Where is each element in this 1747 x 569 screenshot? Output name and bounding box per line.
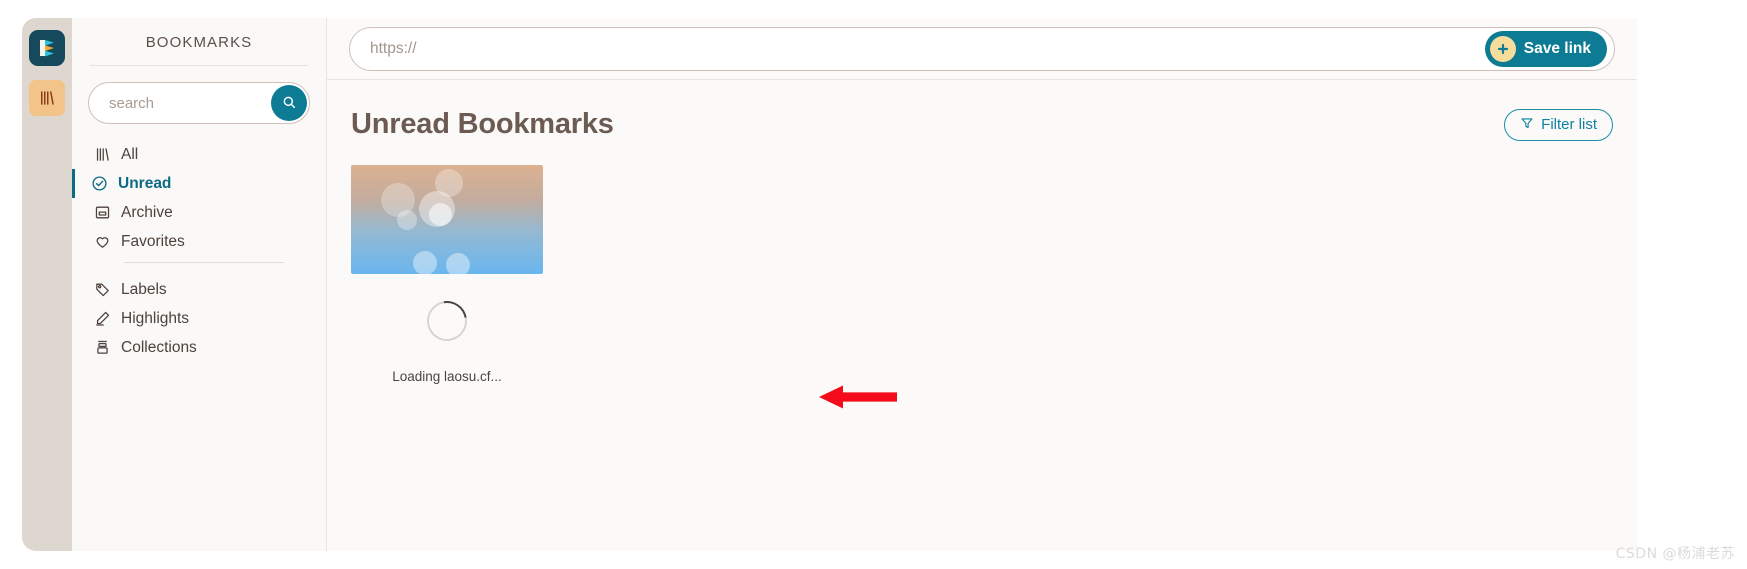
sidebar-title: BOOKMARKS [145,34,253,51]
topbar: Save link [327,18,1637,80]
sidebar-item-unread[interactable]: Unread [72,169,326,198]
sidebar-item-label: Unread [118,174,172,192]
bookmark-grid: Loading laosu.cf... [327,141,1637,384]
red-left-arrow-icon [819,384,897,410]
filter-list-button[interactable]: Filter list [1504,108,1613,141]
bookmark-thumbnail [351,165,543,274]
thumbnail-bubble [397,210,417,230]
bookmark-card[interactable]: Loading laosu.cf... [351,165,543,384]
sidebar-item-highlights[interactable]: Highlights [72,304,326,333]
main-content: Save link Unread Bookmarks Filter list [327,18,1637,551]
sidebar-item-label: All [121,145,139,163]
save-link-button[interactable]: Save link [1484,30,1607,67]
loading-spinner [419,293,475,349]
sidebar-item-label: Labels [121,280,167,298]
check-circle-icon [90,174,109,193]
add-link-bar: Save link [349,26,1615,71]
sidebar-item-label: Highlights [121,309,190,327]
list-header: Unread Bookmarks Filter list [327,80,1637,141]
url-input[interactable] [350,39,1485,58]
left-icon-rail [22,18,72,551]
loading-status-text: Loading laosu.cf... [392,369,502,384]
sidebar-item-label: Archive [121,203,173,221]
sidebar-search [88,82,310,124]
heart-icon [93,232,112,251]
collections-stack-icon [93,338,112,357]
save-link-label: Save link [1523,39,1591,57]
sidebar-item-collections[interactable]: Collections [72,333,326,362]
app-window: BOOKMARKS search All Unread Archive Favo… [22,18,1637,551]
search-icon [281,94,297,113]
page-title: Unread Bookmarks [351,108,614,140]
sidebar-nav: All Unread Archive Favorites Labels High… [72,140,326,362]
thumbnail-bubble [413,251,437,274]
sidebar-item-archive[interactable]: Archive [72,198,326,227]
sidebar-item-all[interactable]: All [72,140,326,169]
funnel-icon [1520,116,1534,134]
thumbnail-bubble [429,203,452,226]
thumbnail-bubble [446,253,470,274]
sidebar-item-label: Favorites [121,232,185,250]
app-root: BOOKMARKS search All Unread Archive Favo… [0,0,1747,569]
sidebar-divider [90,65,308,66]
sidebar-item-labels[interactable]: Labels [72,275,326,304]
filter-list-label: Filter list [1541,116,1597,133]
thumbnail-bubble [435,169,463,197]
tag-icon [93,280,112,299]
sidebar-item-label: Collections [121,338,197,356]
readeck-logo-icon[interactable] [29,30,65,66]
plus-icon [1489,35,1516,62]
books-icon [93,145,112,164]
sidebar: BOOKMARKS search All Unread Archive Favo… [72,18,327,551]
watermark: CSDN @杨浦老苏 [1615,546,1735,562]
archive-box-icon [93,203,112,222]
sidebar-item-favorites[interactable]: Favorites [72,227,326,256]
rail-books-icon[interactable] [29,80,65,116]
search-submit-button[interactable] [271,85,307,121]
sidebar-group-divider [124,262,284,263]
highlighter-pen-icon [93,309,112,328]
